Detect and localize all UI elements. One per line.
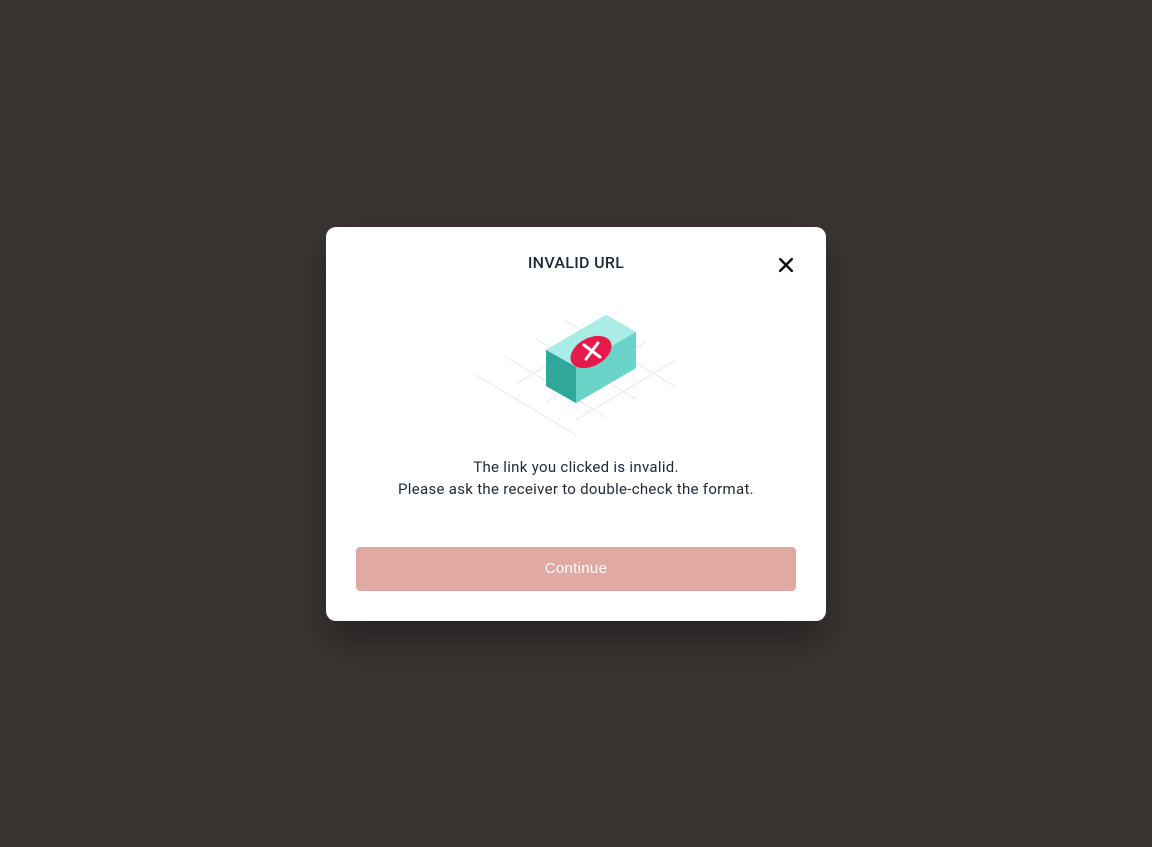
message-line-1: The link you clicked is invalid. <box>356 456 796 479</box>
invalid-url-modal: INVALID URL <box>326 227 826 621</box>
close-icon <box>776 255 796 275</box>
modal-title: INVALID URL <box>356 253 796 272</box>
invalid-card-icon <box>446 290 706 440</box>
close-button[interactable] <box>772 251 800 279</box>
modal-header: INVALID URL <box>356 253 796 272</box>
continue-button[interactable]: Continue <box>356 547 796 591</box>
error-illustration <box>356 290 796 440</box>
message-line-2: Please ask the receiver to double-check … <box>356 478 796 501</box>
modal-message: The link you clicked is invalid. Please … <box>356 456 796 501</box>
